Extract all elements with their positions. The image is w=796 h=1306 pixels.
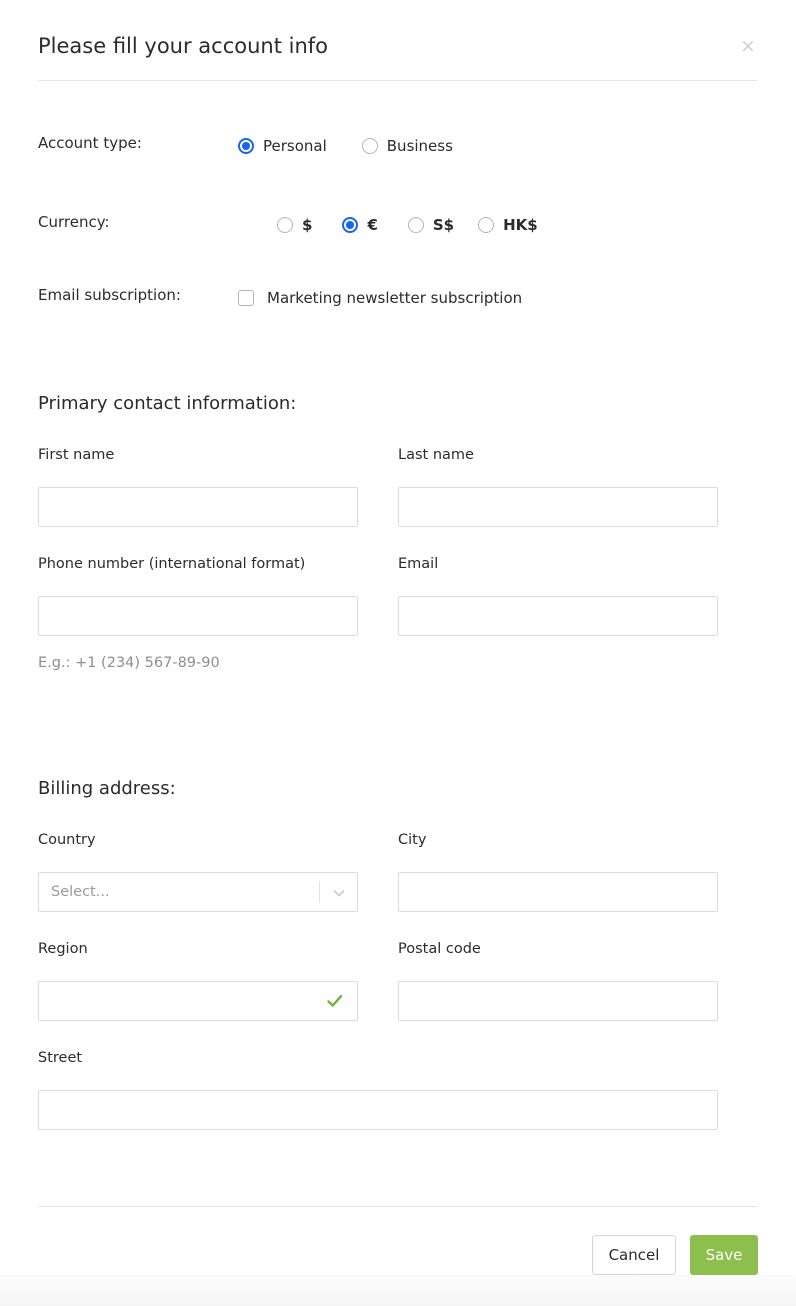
radio-currency-eur[interactable]: € xyxy=(342,211,378,239)
radio-currency-sgd[interactable]: S$ xyxy=(407,211,455,239)
radio-account-type-business[interactable]: Business xyxy=(361,132,453,160)
checkbox-box-marketing xyxy=(238,290,254,306)
billing-address-heading: Billing address: xyxy=(38,778,176,799)
street-label: Street xyxy=(38,1050,83,1066)
radio-label-hkd: HK$ xyxy=(503,216,538,234)
radio-label-eur: € xyxy=(367,216,378,234)
currency-row: Currency: $ € S$ HK$ xyxy=(38,211,758,239)
account-info-dialog: Please fill your account info × Account … xyxy=(0,0,796,1306)
first-name-input[interactable] xyxy=(38,487,358,527)
radio-label-usd: $ xyxy=(302,216,313,234)
checkbox-marketing-newsletter[interactable]: Marketing newsletter subscription xyxy=(238,284,522,312)
street-input[interactable] xyxy=(38,1090,718,1130)
primary-contact-heading: Primary contact information: xyxy=(38,393,297,414)
radio-dot-sgd xyxy=(407,217,424,233)
last-name-label: Last name xyxy=(398,447,474,463)
phone-number-input[interactable] xyxy=(38,596,358,636)
email-subscription-options: Marketing newsletter subscription xyxy=(238,284,522,312)
radio-currency-hkd[interactable]: HK$ xyxy=(478,211,538,239)
phone-format-hint: E.g.: +1 (234) 567-89-90 xyxy=(38,655,220,671)
radio-dot-eur xyxy=(342,217,359,233)
currency-options: $ € S$ HK$ xyxy=(277,211,538,239)
page-title: Please fill your account info xyxy=(38,34,329,58)
country-label: Country xyxy=(38,832,96,848)
city-input[interactable] xyxy=(398,872,718,912)
account-type-row: Account type: Personal Business xyxy=(38,132,758,160)
email-subscription-label: Email subscription: xyxy=(38,286,181,304)
checkbox-label-marketing: Marketing newsletter subscription xyxy=(267,289,523,307)
email-input[interactable] xyxy=(398,596,718,636)
email-subscription-row: Email subscription: Marketing newsletter… xyxy=(38,284,758,312)
radio-label-business: Business xyxy=(386,137,453,155)
radio-dot-hkd xyxy=(478,217,495,233)
region-label: Region xyxy=(38,941,88,957)
radio-currency-usd[interactable]: $ xyxy=(277,211,312,239)
email-label: Email xyxy=(398,556,439,572)
currency-label: Currency: xyxy=(38,213,110,231)
chevron-down-icon xyxy=(332,886,346,900)
close-icon[interactable]: × xyxy=(738,36,758,56)
radio-dot-usd xyxy=(277,217,293,233)
cancel-button[interactable]: Cancel xyxy=(592,1235,676,1275)
radio-dot-personal xyxy=(238,138,254,154)
city-label: City xyxy=(398,832,427,848)
phone-number-label: Phone number (international format) xyxy=(38,556,306,572)
header-divider xyxy=(38,80,758,81)
dialog-header: Please fill your account info × xyxy=(38,28,758,80)
country-select-value: Select... xyxy=(51,884,110,900)
postal-code-label: Postal code xyxy=(398,941,481,957)
account-type-options: Personal Business xyxy=(238,132,453,160)
first-name-label: First name xyxy=(38,447,115,463)
select-separator xyxy=(319,881,320,903)
radio-label-sgd: S$ xyxy=(432,216,455,234)
region-input[interactable] xyxy=(38,981,358,1021)
radio-label-personal: Personal xyxy=(263,137,327,155)
account-type-label: Account type: xyxy=(38,134,142,152)
last-name-input[interactable] xyxy=(398,487,718,527)
footer-divider xyxy=(38,1206,758,1207)
radio-dot-business xyxy=(361,138,378,154)
save-button[interactable]: Save xyxy=(690,1235,758,1275)
footer-bar xyxy=(0,1275,796,1306)
postal-code-input[interactable] xyxy=(398,981,718,1021)
radio-account-type-personal[interactable]: Personal xyxy=(238,132,327,160)
check-icon xyxy=(326,992,344,1010)
country-select[interactable]: Select... xyxy=(38,872,358,912)
